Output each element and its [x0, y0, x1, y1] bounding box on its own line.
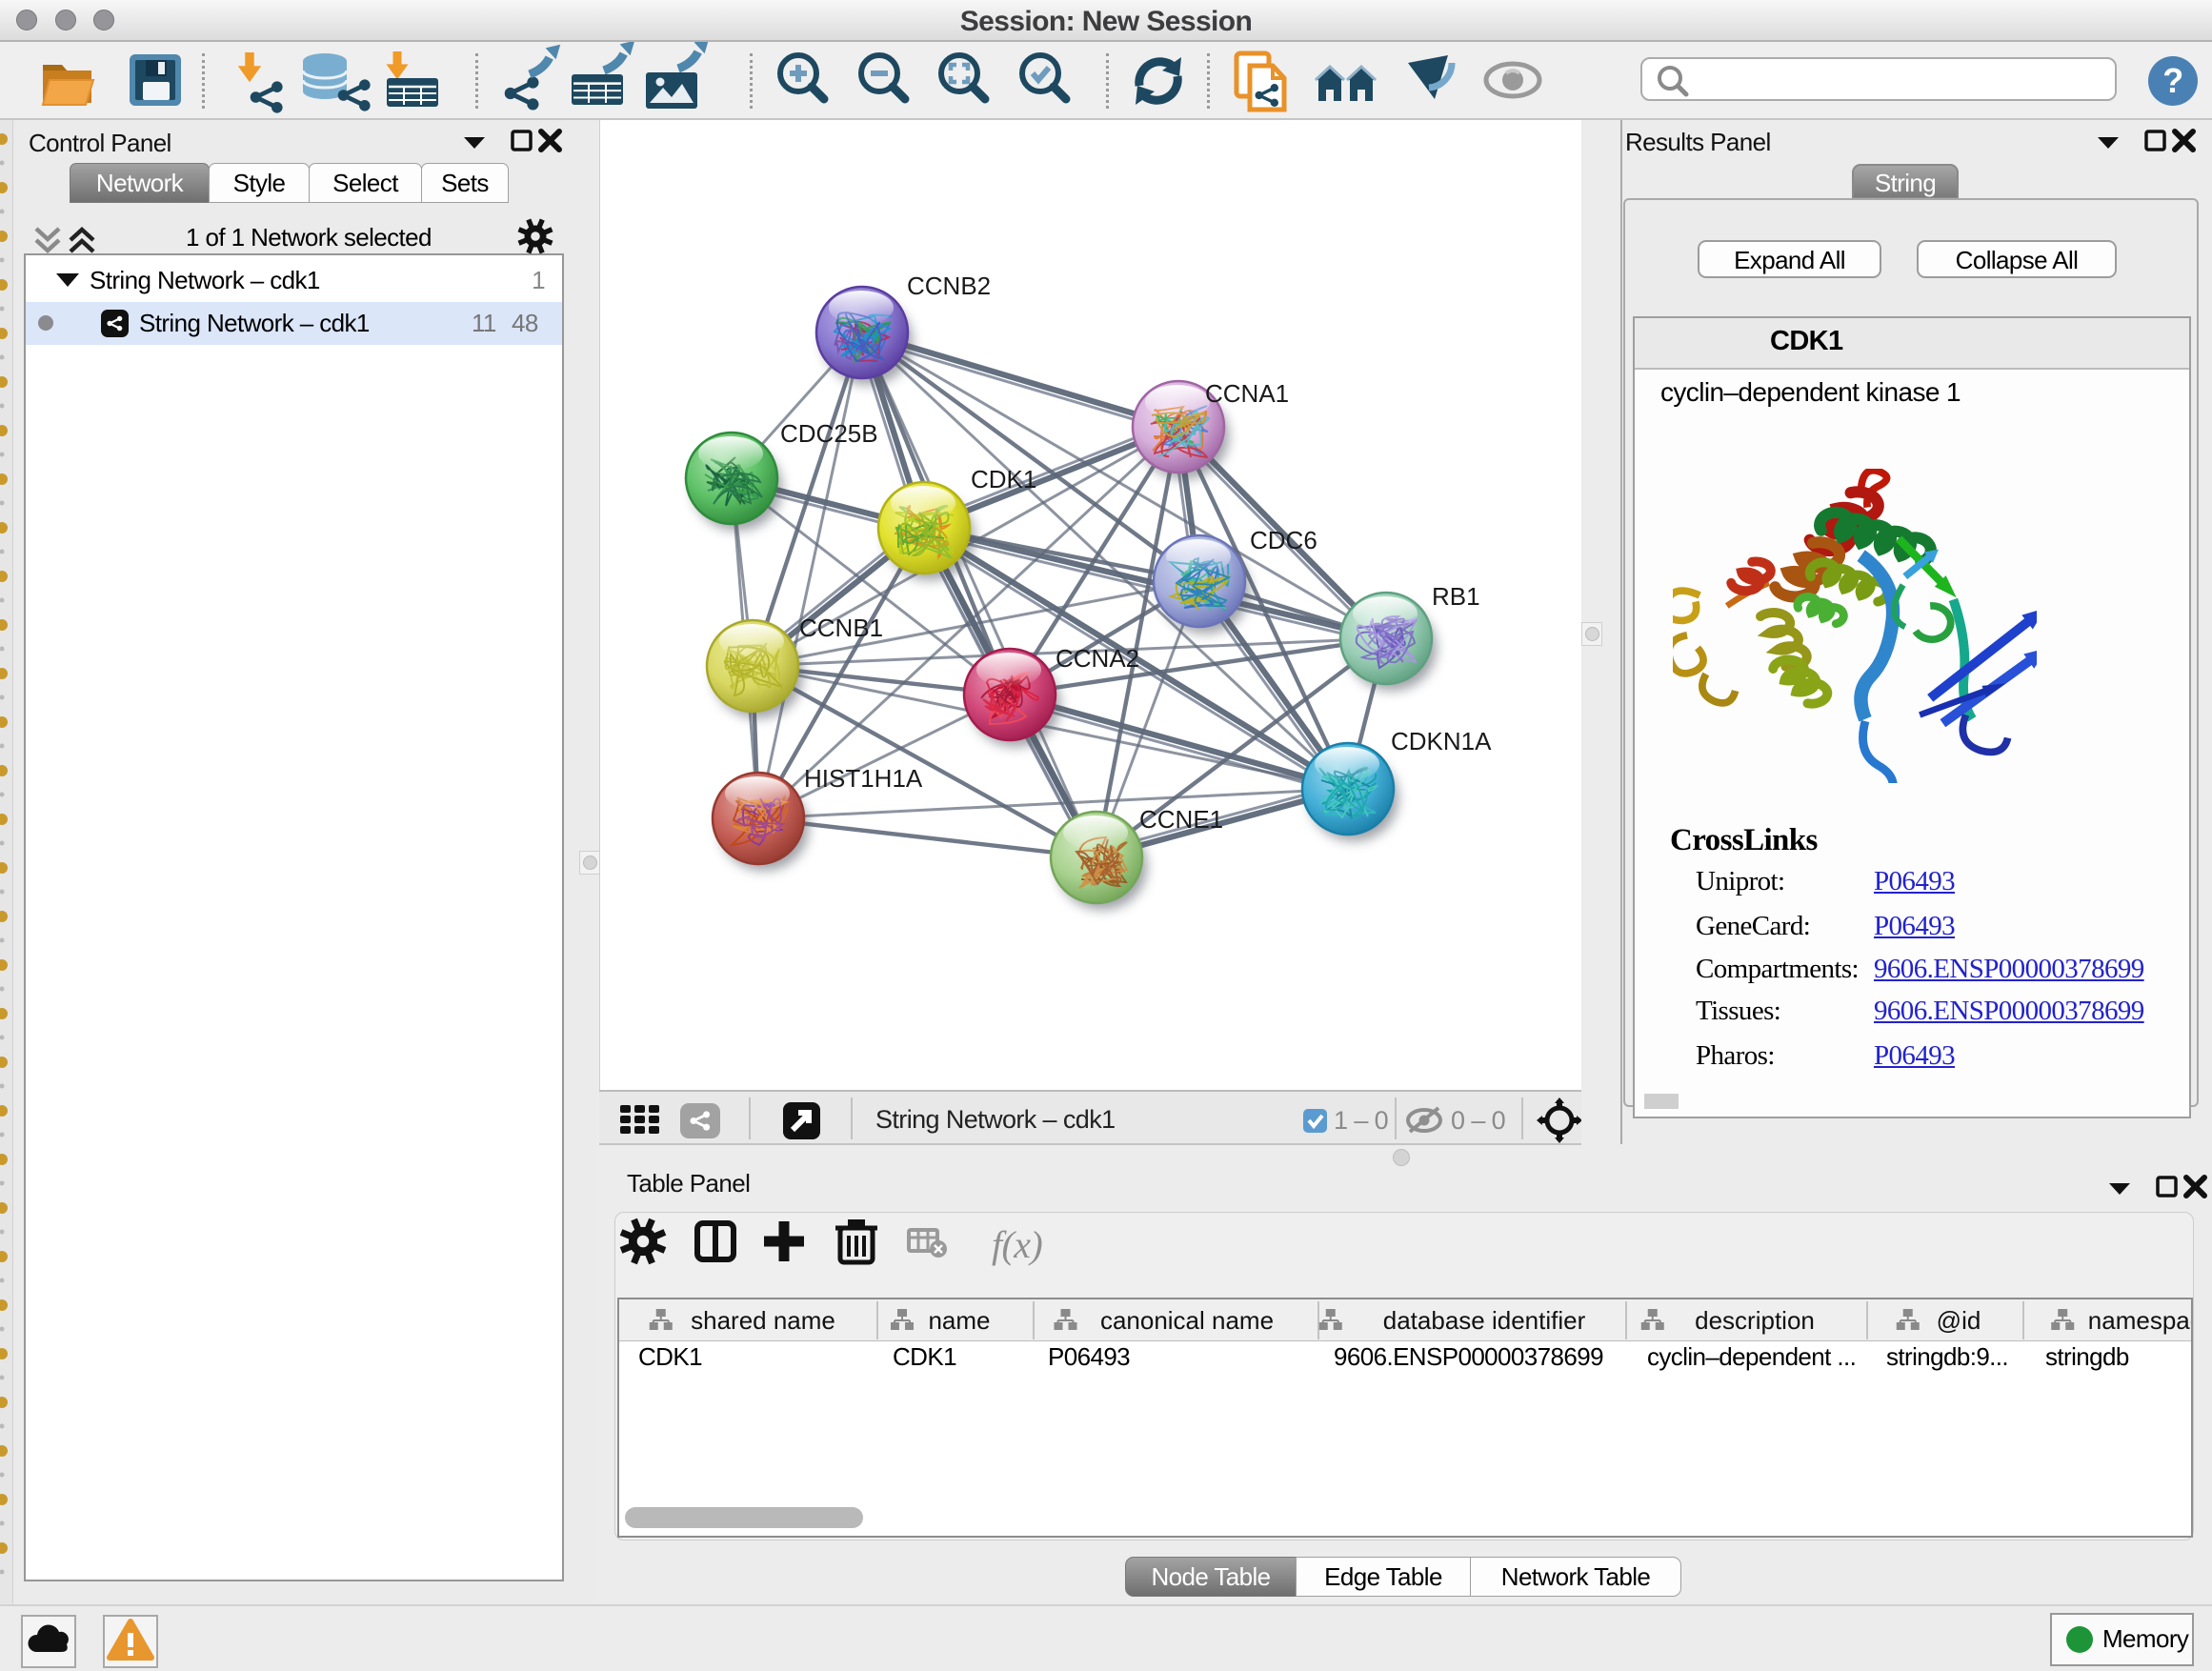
svg-text:RB1: RB1	[1432, 582, 1480, 611]
svg-text:CCNB1: CCNB1	[799, 614, 883, 642]
svg-text:CCNA2: CCNA2	[1056, 644, 1139, 673]
svg-text:HIST1H1A: HIST1H1A	[804, 764, 923, 793]
svg-text:CDKN1A: CDKN1A	[1391, 727, 1492, 755]
svg-text:CCNA1: CCNA1	[1205, 379, 1289, 408]
svg-text:CDK1: CDK1	[971, 465, 1036, 493]
svg-text:CDC6: CDC6	[1250, 526, 1317, 554]
svg-text:CCNE1: CCNE1	[1139, 805, 1223, 834]
svg-text:CDC25B: CDC25B	[780, 419, 878, 448]
svg-text:CCNB2: CCNB2	[907, 272, 991, 300]
